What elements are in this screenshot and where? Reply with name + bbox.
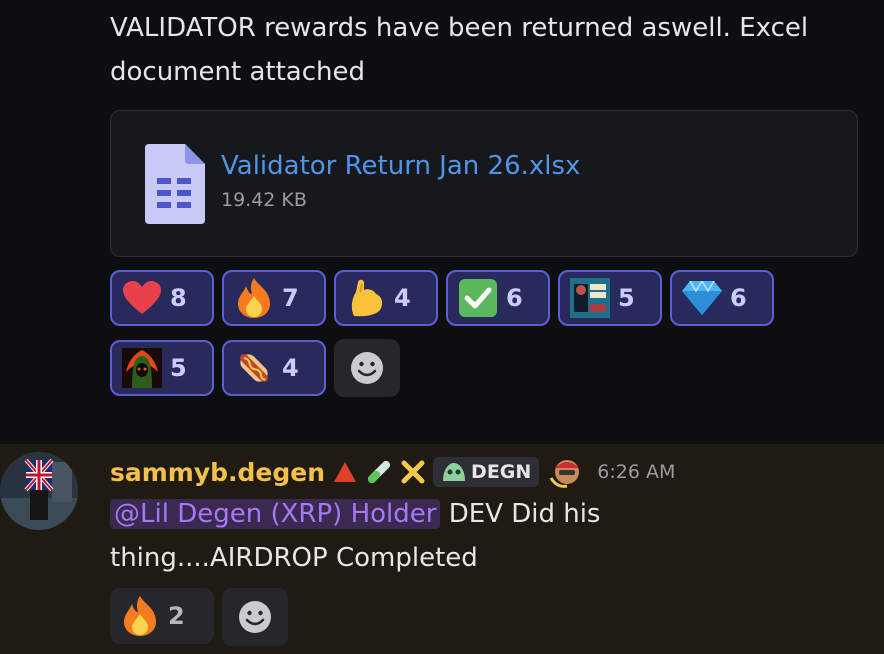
hotdog-icon bbox=[234, 348, 274, 388]
reaction-count: 5 bbox=[618, 284, 635, 312]
red-triangle-icon bbox=[334, 462, 357, 482]
reaction-count: 7 bbox=[282, 284, 299, 312]
avatar[interactable] bbox=[0, 452, 78, 530]
tag-badge-icon bbox=[443, 463, 466, 481]
reaction-hotdog[interactable]: 4 bbox=[222, 340, 326, 396]
fire-icon bbox=[120, 596, 160, 636]
heart-icon bbox=[122, 278, 162, 318]
cross-mark-icon bbox=[401, 460, 425, 484]
reaction-count: 2 bbox=[168, 602, 185, 630]
reaction-fire[interactable]: 7 bbox=[222, 270, 326, 326]
add-reaction-button[interactable] bbox=[222, 588, 288, 646]
add-reaction-button[interactable] bbox=[334, 339, 400, 397]
reaction-fire[interactable]: 2 bbox=[110, 588, 214, 644]
gem-icon bbox=[682, 278, 722, 318]
check-mark-icon bbox=[458, 278, 498, 318]
reaction-count: 8 bbox=[170, 284, 187, 312]
reaction-gem[interactable]: 6 bbox=[670, 270, 774, 326]
smiley-icon bbox=[239, 601, 271, 633]
message-2: sammyb.degen DEGN 6:26 AM @Lil Degen (XR… bbox=[0, 444, 884, 654]
custom-poster-icon bbox=[570, 278, 610, 318]
reaction-count: 4 bbox=[394, 284, 411, 312]
reaction-check-mark[interactable]: 6 bbox=[446, 270, 550, 326]
message-text: VALIDATOR rewards have been returned asw… bbox=[110, 13, 809, 87]
message-1: VALIDATOR rewards have been returned asw… bbox=[0, 0, 884, 444]
hooded-figure-icon bbox=[122, 348, 162, 388]
message-text: @Lil Degen (XRP) Holder DEV Did his thin… bbox=[110, 492, 670, 580]
file-size: 19.42 KB bbox=[221, 189, 307, 211]
reaction-custom-poster[interactable]: 5 bbox=[558, 270, 662, 326]
reaction-count: 4 bbox=[282, 354, 299, 382]
message-header: sammyb.degen DEGN 6:26 AM bbox=[110, 454, 675, 490]
reaction-count: 6 bbox=[506, 284, 523, 312]
tag-label: DEGN bbox=[471, 461, 532, 483]
timestamp: 6:26 AM bbox=[597, 461, 676, 483]
reaction-count: 5 bbox=[170, 354, 187, 382]
file-attachment[interactable]: Validator Return Jan 26.xlsx 19.42 KB bbox=[110, 110, 858, 257]
file-name-link[interactable]: Validator Return Jan 26.xlsx bbox=[221, 151, 580, 181]
server-tag[interactable]: DEGN bbox=[433, 457, 540, 487]
spreadsheet-icon bbox=[145, 144, 205, 224]
reaction-count: 6 bbox=[730, 284, 747, 312]
reaction-heart[interactable]: 8 bbox=[110, 270, 214, 326]
flexed-biceps-icon bbox=[346, 278, 386, 318]
fire-icon bbox=[234, 278, 274, 318]
reaction-flexed-biceps[interactable]: 4 bbox=[334, 270, 438, 326]
custom-sticker-icon bbox=[550, 460, 580, 488]
smiley-icon bbox=[351, 352, 383, 384]
test-tube-icon bbox=[367, 460, 391, 484]
reaction-custom-hooded-figure[interactable]: 5 bbox=[110, 340, 214, 396]
role-mention[interactable]: @Lil Degen (XRP) Holder bbox=[110, 499, 441, 529]
username[interactable]: sammyb.degen bbox=[110, 458, 325, 487]
